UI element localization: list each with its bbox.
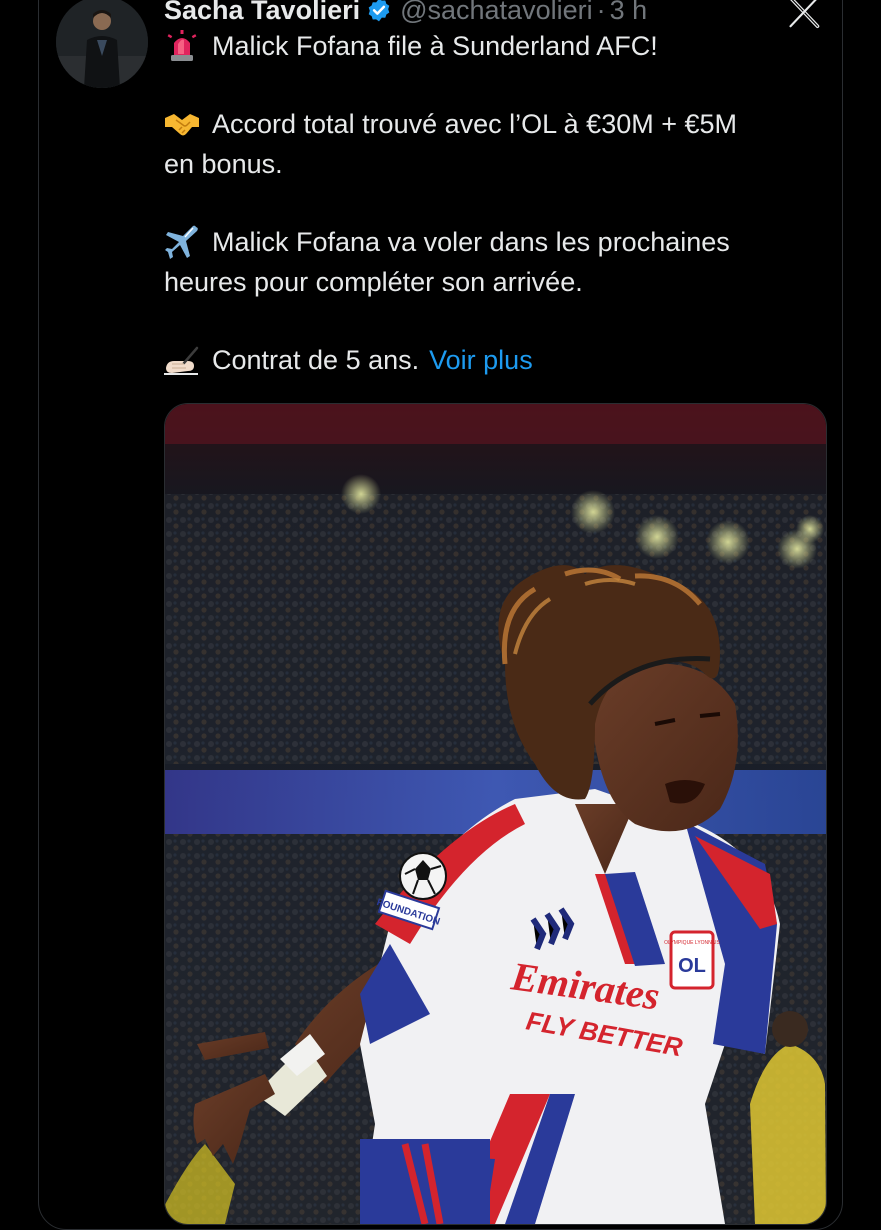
tweet-line-5: heures pour compléter son arrivée. [164,262,834,302]
tweet-photo[interactable]: FOUNDATION OLYMPIQUE LYONNAIS OL Emirate… [164,403,827,1225]
author-avatar[interactable] [56,0,148,88]
tweet-line-4-text: Malick Fofana va voler dans les prochain… [212,227,730,257]
crest-top-text: OLYMPIQUE LYONNAIS [664,940,720,946]
tweet-line-5-text: heures pour compléter son arrivée. [164,267,583,297]
verified-badge-icon [368,0,390,22]
handshake-emoji [164,106,200,142]
tweet-line-4: Malick Fofana va voler dans les prochain… [164,222,834,262]
tweet-line-2-text: Accord total trouvé avec l’OL à €30M + €… [212,109,738,139]
tweet-line-3-text: en bonus. [164,149,283,179]
see-more-link[interactable]: Voir plus [429,340,533,380]
tweet-line-3: en bonus. [164,144,834,184]
crest-text: OL [678,955,706,977]
rotating-light-emoji [164,28,200,64]
tweet-line-6: Contrat de 5 ans. Voir plus [164,340,834,380]
tweet-line-6-text: Contrat de 5 ans. [212,345,420,375]
tweet-line-2: Accord total trouvé avec l’OL à €30M + €… [164,104,834,144]
tweet-body: Malick Fofana file à Sunderland AFC! Acc… [164,26,834,380]
tweet-line-1: Malick Fofana file à Sunderland AFC! [164,26,834,66]
airplane-emoji [164,224,200,260]
tweet-line-1-text: Malick Fofana file à Sunderland AFC! [212,31,658,61]
writing-hand-emoji [164,342,200,378]
